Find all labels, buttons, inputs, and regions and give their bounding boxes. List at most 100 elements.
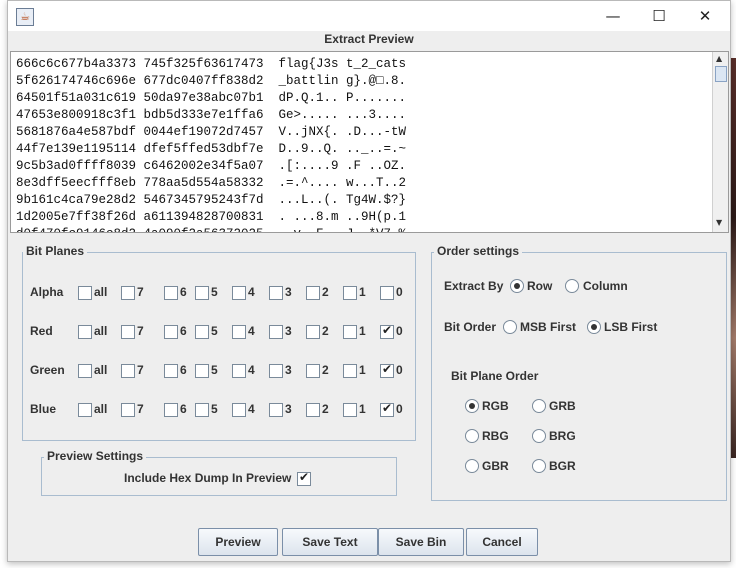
alpha-bit-3-checkbox[interactable] <box>269 286 283 300</box>
extract-by-column-label[interactable]: Column <box>583 279 628 293</box>
red-bit-7-checkbox[interactable] <box>121 325 135 339</box>
bit-label-5: 5 <box>211 402 218 416</box>
green-bit-4-checkbox[interactable] <box>232 364 246 378</box>
blue-bit-all-checkbox[interactable] <box>78 403 92 417</box>
bit-label-6: 6 <box>180 324 187 338</box>
alpha-bit-0-checkbox[interactable] <box>380 286 394 300</box>
red-bit-2-checkbox[interactable] <box>306 325 320 339</box>
plane-order-rbg-radio[interactable] <box>465 429 479 443</box>
check-icon: ✔ <box>382 323 393 337</box>
alpha-bit-1-checkbox[interactable] <box>343 286 357 300</box>
preview-button[interactable]: Preview <box>198 528 278 556</box>
hex-line: 5f626174746c696e 677dc0407ff838d2 _battl… <box>16 74 407 88</box>
red-bit-1-checkbox[interactable] <box>343 325 357 339</box>
bit-label-4: 4 <box>248 402 255 416</box>
blue-bit-6-checkbox[interactable] <box>164 403 178 417</box>
alpha-bit-5-checkbox[interactable] <box>195 286 209 300</box>
plane-order-bgr-radio[interactable] <box>532 459 546 473</box>
extract-dialog: ☕ — ☐ ✕ Extract Preview 666c6c677b4a3373… <box>7 0 731 562</box>
extract-by-row-label[interactable]: Row <box>527 279 552 293</box>
plane-order-gbr-radio[interactable] <box>465 459 479 473</box>
bit-label-5: 5 <box>211 285 218 299</box>
extract-by-column-radio[interactable] <box>565 279 579 293</box>
green-bit-0-checkbox[interactable]: ✔ <box>380 362 394 378</box>
alpha-bit-2-checkbox[interactable] <box>306 286 320 300</box>
plane-order-rgb-radio[interactable] <box>465 399 479 413</box>
green-bit-1-checkbox[interactable] <box>343 364 357 378</box>
blue-bit-4-checkbox[interactable] <box>232 403 246 417</box>
red-bit-0-checkbox[interactable]: ✔ <box>380 323 394 339</box>
bit-label-5: 5 <box>211 363 218 377</box>
scroll-down-icon[interactable]: ▼ <box>716 218 722 227</box>
scroll-thumb[interactable] <box>715 66 727 82</box>
plane-order-rgb-label[interactable]: RGB <box>482 399 509 413</box>
include-hex-checkbox[interactable]: ✔ <box>297 470 311 486</box>
save-bin-button[interactable]: Save Bin <box>378 528 464 556</box>
hex-line: 64501f51a031c619 50da97e38abc07b1 dP.Q.1… <box>16 91 407 105</box>
bit-label-all: all <box>94 402 108 416</box>
lsb-first-label[interactable]: LSB First <box>604 320 657 334</box>
channel-label-red: Red <box>30 324 53 338</box>
alpha-bit-4-checkbox[interactable] <box>232 286 246 300</box>
scroll-up-icon[interactable]: ▲ <box>716 54 722 63</box>
blue-bit-0-checkbox[interactable]: ✔ <box>380 401 394 417</box>
plane-order-bgr-label[interactable]: BGR <box>549 459 576 473</box>
bit-label-3: 3 <box>285 324 292 338</box>
check-icon: ✔ <box>382 401 393 415</box>
bit-label-1: 1 <box>359 324 366 338</box>
red-bit-4-checkbox[interactable] <box>232 325 246 339</box>
green-bit-7-checkbox[interactable] <box>121 364 135 378</box>
blue-bit-2-checkbox[interactable] <box>306 403 320 417</box>
preview-text-area[interactable]: 666c6c677b4a3373 745f325f63617473 flag{J… <box>10 51 729 233</box>
close-button[interactable]: ✕ <box>682 1 728 31</box>
red-bit-5-checkbox[interactable] <box>195 325 209 339</box>
cancel-button[interactable]: Cancel <box>466 528 538 556</box>
bit-order-label: Bit Order <box>444 320 497 334</box>
bit-label-2: 2 <box>322 363 329 377</box>
bit-label-7: 7 <box>137 363 144 377</box>
bit-label-1: 1 <box>359 402 366 416</box>
bit-label-4: 4 <box>248 363 255 377</box>
blue-bit-7-checkbox[interactable] <box>121 403 135 417</box>
plane-order-rbg-label[interactable]: RBG <box>482 429 509 443</box>
msb-first-radio[interactable] <box>503 320 517 334</box>
minimize-button[interactable]: — <box>590 1 636 31</box>
radio-selected-dot <box>469 403 475 409</box>
green-bit-2-checkbox[interactable] <box>306 364 320 378</box>
vertical-scrollbar[interactable]: ▲ ▼ <box>712 52 728 232</box>
plane-order-gbr-label[interactable]: GBR <box>482 459 509 473</box>
plane-order-brg-label[interactable]: BRG <box>549 429 576 443</box>
extract-by-row-radio[interactable] <box>510 279 524 293</box>
extract-preview-title: Extract Preview <box>324 32 414 46</box>
lsb-first-radio[interactable] <box>587 320 601 334</box>
green-bit-all-checkbox[interactable] <box>78 364 92 378</box>
bit-label-all: all <box>94 285 108 299</box>
alpha-bit-6-checkbox[interactable] <box>164 286 178 300</box>
blue-bit-3-checkbox[interactable] <box>269 403 283 417</box>
blue-bit-1-checkbox[interactable] <box>343 403 357 417</box>
green-bit-3-checkbox[interactable] <box>269 364 283 378</box>
blue-bit-5-checkbox[interactable] <box>195 403 209 417</box>
red-bit-3-checkbox[interactable] <box>269 325 283 339</box>
hex-line: 9b161c4ca79e28d2 5467345795243f7d ...L..… <box>16 193 407 207</box>
bit-label-7: 7 <box>137 285 144 299</box>
hex-line: 666c6c677b4a3373 745f325f63617473 flag{J… <box>16 57 407 71</box>
save-text-button[interactable]: Save Text <box>282 528 378 556</box>
msb-first-label[interactable]: MSB First <box>520 320 576 334</box>
plane-order-grb-radio[interactable] <box>532 399 546 413</box>
bit-label-6: 6 <box>180 285 187 299</box>
channel-label-green: Green <box>30 363 65 377</box>
plane-order-grb-label[interactable]: GRB <box>549 399 576 413</box>
maximize-button[interactable]: ☐ <box>636 1 682 31</box>
bit-label-1: 1 <box>359 285 366 299</box>
green-bit-6-checkbox[interactable] <box>164 364 178 378</box>
bit-label-6: 6 <box>180 402 187 416</box>
alpha-bit-all-checkbox[interactable] <box>78 286 92 300</box>
plane-order-brg-radio[interactable] <box>532 429 546 443</box>
bit-label-2: 2 <box>322 324 329 338</box>
red-bit-6-checkbox[interactable] <box>164 325 178 339</box>
green-bit-5-checkbox[interactable] <box>195 364 209 378</box>
java-icon: ☕ <box>16 8 34 26</box>
red-bit-all-checkbox[interactable] <box>78 325 92 339</box>
alpha-bit-7-checkbox[interactable] <box>121 286 135 300</box>
